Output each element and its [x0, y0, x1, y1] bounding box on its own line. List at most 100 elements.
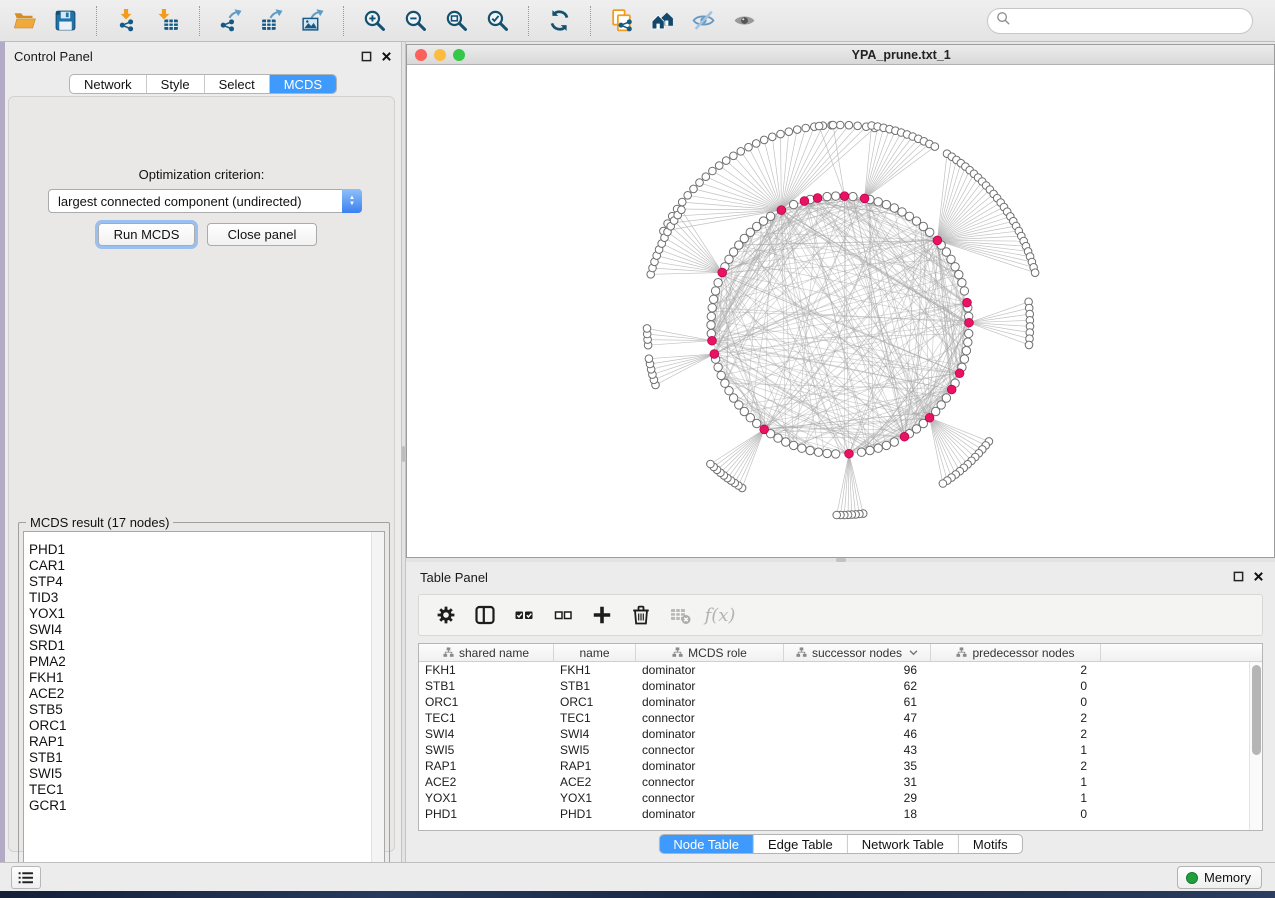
- zoom-out-icon[interactable]: [399, 4, 432, 38]
- tab-edge-table[interactable]: Edge Table: [753, 835, 847, 853]
- graph-node[interactable]: [882, 441, 890, 449]
- table-row[interactable]: ACE2ACE2connector311: [419, 774, 1262, 790]
- graph-node[interactable]: [955, 270, 963, 278]
- duplicate-network-icon[interactable]: [605, 4, 638, 38]
- mcds-result-item[interactable]: FKH1: [29, 670, 368, 686]
- graph-node[interactable]: [823, 449, 831, 457]
- column-header-successor-nodes[interactable]: successor nodes: [784, 644, 931, 661]
- mcds-result-item[interactable]: STB1: [29, 750, 368, 766]
- unselect-all-icon[interactable]: [548, 600, 578, 630]
- graph-node[interactable]: [721, 379, 729, 387]
- graph-node[interactable]: [849, 192, 857, 200]
- graph-node[interactable]: [951, 263, 959, 271]
- graph-node[interactable]: [745, 143, 753, 151]
- column-view-icon[interactable]: [470, 600, 500, 630]
- graph-node[interactable]: [931, 143, 939, 151]
- graph-node[interactable]: [1025, 341, 1033, 349]
- graph-node[interactable]: [793, 126, 801, 134]
- mcds-result-item[interactable]: YOX1: [29, 606, 368, 622]
- graph-node[interactable]: [962, 347, 970, 355]
- minimize-window-button[interactable]: [434, 49, 446, 61]
- float-panel-icon[interactable]: [1232, 570, 1245, 583]
- graph-node[interactable]: [643, 325, 651, 333]
- graph-node[interactable]: [725, 387, 733, 395]
- table-row[interactable]: YOX1YOX1connector291: [419, 790, 1262, 806]
- mcds-result-list[interactable]: PHD1CAR1STP4TID3YOX1SWI4SRD1PMA2FKH1ACE2…: [23, 531, 385, 888]
- network-canvas[interactable]: [407, 65, 1274, 557]
- mcds-result-item[interactable]: PHD1: [29, 542, 368, 558]
- first-neighbors-icon[interactable]: [646, 4, 679, 38]
- tab-style[interactable]: Style: [146, 75, 204, 93]
- graph-node[interactable]: [782, 438, 790, 446]
- mcds-dominator-node[interactable]: [963, 298, 972, 307]
- export-table-icon[interactable]: [255, 4, 288, 38]
- hide-selection-icon[interactable]: [687, 4, 720, 38]
- graph-node[interactable]: [690, 185, 698, 193]
- mcds-dominator-node[interactable]: [845, 449, 854, 458]
- search-input[interactable]: [1011, 11, 1252, 31]
- mcds-result-item[interactable]: SWI5: [29, 766, 368, 782]
- graph-node[interactable]: [960, 287, 968, 295]
- zoom-window-button[interactable]: [453, 49, 465, 61]
- mcds-result-item[interactable]: ACE2: [29, 686, 368, 702]
- graph-node[interactable]: [684, 192, 692, 200]
- table-row[interactable]: ORC1ORC1dominator610: [419, 694, 1262, 710]
- table-row[interactable]: PHD1PHD1dominator180: [419, 806, 1262, 822]
- graph-node[interactable]: [707, 321, 715, 329]
- mcds-dominator-node[interactable]: [840, 192, 849, 201]
- column-header-shared-name[interactable]: shared name: [419, 644, 554, 661]
- graph-node[interactable]: [947, 255, 955, 263]
- mcds-dominator-node[interactable]: [718, 268, 727, 277]
- refresh-icon[interactable]: [543, 4, 576, 38]
- mcds-dominator-node[interactable]: [925, 413, 934, 422]
- table-row[interactable]: SWI5SWI5connector431: [419, 742, 1262, 758]
- graph-node[interactable]: [752, 140, 760, 148]
- graph-node[interactable]: [702, 173, 710, 181]
- scrollbar-thumb[interactable]: [1252, 665, 1261, 755]
- mcds-result-item[interactable]: SWI4: [29, 622, 368, 638]
- graph-node[interactable]: [806, 446, 814, 454]
- tab-motifs[interactable]: Motifs: [958, 835, 1022, 853]
- graph-node[interactable]: [714, 363, 722, 371]
- mcds-result-item[interactable]: TEC1: [29, 782, 368, 798]
- close-window-button[interactable]: [415, 49, 427, 61]
- mcds-result-item[interactable]: TID3: [29, 590, 368, 606]
- graph-node[interactable]: [857, 448, 865, 456]
- save-session-icon[interactable]: [49, 4, 82, 38]
- mcds-result-item[interactable]: SRD1: [29, 638, 368, 654]
- mcds-dominator-node[interactable]: [708, 336, 717, 345]
- graph-node[interactable]: [1031, 269, 1039, 277]
- task-history-button[interactable]: [11, 866, 41, 889]
- graph-node[interactable]: [832, 450, 840, 458]
- graph-node[interactable]: [737, 148, 745, 156]
- graph-node[interactable]: [836, 121, 844, 129]
- mcds-result-item[interactable]: RAP1: [29, 734, 368, 750]
- graph-node[interactable]: [833, 511, 841, 519]
- graph-node[interactable]: [722, 157, 730, 165]
- mcds-result-item[interactable]: CAR1: [29, 558, 368, 574]
- graph-node[interactable]: [960, 355, 968, 363]
- graph-node[interactable]: [789, 441, 797, 449]
- mcds-result-item[interactable]: GCR1: [29, 798, 368, 814]
- gear-icon[interactable]: [431, 600, 461, 630]
- table-row[interactable]: FKH1FKH1dominator962: [419, 662, 1262, 678]
- zoom-in-icon[interactable]: [358, 4, 391, 38]
- mcds-result-item[interactable]: PMA2: [29, 654, 368, 670]
- mcds-dominator-node[interactable]: [777, 206, 786, 215]
- mcds-dominator-node[interactable]: [900, 432, 909, 441]
- tab-mcds[interactable]: MCDS: [269, 75, 336, 93]
- zoom-fit-icon[interactable]: [440, 4, 473, 38]
- graph-node[interactable]: [678, 198, 686, 206]
- graph-node[interactable]: [854, 122, 862, 130]
- graph-node[interactable]: [802, 124, 810, 132]
- table-row[interactable]: SWI4SWI4dominator462: [419, 726, 1262, 742]
- add-row-icon[interactable]: [587, 600, 617, 630]
- column-header-MCDS-role[interactable]: MCDS role: [636, 644, 784, 661]
- graph-node[interactable]: [777, 130, 785, 138]
- graph-node[interactable]: [789, 200, 797, 208]
- graph-node[interactable]: [766, 212, 774, 220]
- mcds-dominator-node[interactable]: [933, 236, 942, 245]
- show-all-icon[interactable]: [728, 4, 761, 38]
- column-header-predecessor-nodes[interactable]: predecessor nodes: [931, 644, 1101, 661]
- memory-button[interactable]: Memory: [1177, 866, 1262, 889]
